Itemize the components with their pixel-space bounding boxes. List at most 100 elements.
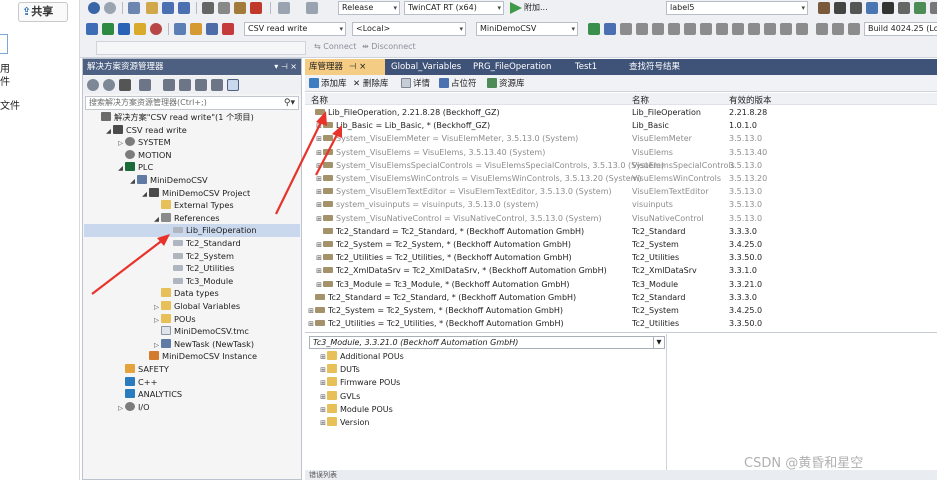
tree-item[interactable]: ▷ NewTask (NewTask) bbox=[152, 338, 254, 351]
undo-icon[interactable] bbox=[278, 2, 290, 14]
tool-icon[interactable] bbox=[818, 2, 830, 14]
login-icon[interactable] bbox=[588, 23, 600, 35]
table-row[interactable]: Tc2_Standard = Tc2_Standard, * (Beckhoff… bbox=[305, 291, 937, 304]
expand-toggle-icon[interactable]: ⊞ bbox=[307, 318, 315, 331]
collapse-arrow-icon[interactable]: ◢ bbox=[104, 125, 113, 138]
home-icon[interactable] bbox=[119, 79, 131, 91]
error-list-tab[interactable]: 错误列表 bbox=[309, 471, 337, 479]
step-icon[interactable] bbox=[652, 23, 664, 35]
fullscreen-icon[interactable] bbox=[832, 23, 844, 35]
library-select[interactable]: Tc3_Module, 3.3.21.0 (Beckhoff Automatio… bbox=[309, 336, 665, 349]
disabled-combo[interactable] bbox=[96, 41, 306, 55]
library-folder-item[interactable]: ⊞ GVLs bbox=[319, 390, 360, 403]
table-row[interactable]: ⊞ Tc2_Utilities = Tc2_Utilities, * (Beckh… bbox=[305, 317, 937, 330]
copy-icon[interactable] bbox=[218, 2, 230, 14]
table-row[interactable]: ⊞ System_VisuElems = VisuElems, 3.5.13.40… bbox=[305, 146, 937, 159]
activate-config-icon[interactable] bbox=[86, 23, 98, 35]
details-button[interactable]: 详情 bbox=[401, 77, 430, 89]
tree-item[interactable]: ▷ SYSTEM bbox=[116, 136, 171, 149]
table-row[interactable]: ⊞ System_VisuElemsWinControls = VisuElems… bbox=[305, 172, 937, 185]
table-row[interactable]: ⊞ System_VisuNativeControl = VisuNativeCo… bbox=[305, 212, 937, 225]
library-folder-item[interactable]: ⊞ Firmware POUs bbox=[319, 376, 400, 389]
forward-icon[interactable] bbox=[103, 79, 115, 91]
toggle-icon[interactable] bbox=[190, 23, 202, 35]
table-row[interactable]: ⊞ Tc2_System = Tc2_System, * (Beckhoff Au… bbox=[305, 304, 937, 317]
properties-icon[interactable] bbox=[211, 79, 223, 91]
tree-item[interactable]: C++ bbox=[116, 376, 157, 389]
module-icon[interactable] bbox=[898, 2, 910, 14]
refresh-icon[interactable] bbox=[816, 23, 828, 35]
monitor-icon[interactable] bbox=[748, 23, 760, 35]
table-row[interactable]: ⊞ Tc2_XmlDataSrv = Tc2_XmlDataSrv, * (Bec… bbox=[305, 264, 937, 277]
expand-toggle-icon[interactable]: ⊞ bbox=[315, 133, 323, 146]
wrench-icon[interactable] bbox=[227, 79, 239, 91]
tree-item[interactable]: MOTION bbox=[116, 149, 172, 162]
expand-toggle-icon[interactable]: ⊞ bbox=[319, 377, 327, 390]
expand-toggle-icon[interactable]: ⊞ bbox=[307, 305, 315, 318]
tree-item[interactable]: External Types bbox=[152, 199, 234, 212]
tree-item[interactable]: Tc3_Module bbox=[164, 275, 233, 288]
step-into-icon[interactable] bbox=[700, 23, 712, 35]
play-icon[interactable] bbox=[510, 2, 522, 14]
grid-icon[interactable] bbox=[882, 2, 894, 14]
flow-icon[interactable] bbox=[764, 23, 776, 35]
free-run-icon[interactable] bbox=[206, 23, 218, 35]
tree-item[interactable]: ◢ CSV read write bbox=[104, 124, 187, 137]
open-folder-icon[interactable] bbox=[146, 2, 158, 14]
panel-header-buttons[interactable]: ▾ ⊣ × bbox=[274, 59, 297, 75]
step-out-icon[interactable] bbox=[716, 23, 728, 35]
add-library-button[interactable]: 添加库 bbox=[309, 77, 347, 89]
scan-icon[interactable] bbox=[174, 23, 186, 35]
collapse-arrow-icon[interactable]: ◢ bbox=[140, 188, 149, 201]
tree-item[interactable]: ▷ Global Variables bbox=[152, 300, 240, 313]
library-folder-item[interactable]: ⊞ Version bbox=[319, 416, 369, 429]
expand-toggle-icon[interactable]: ⊞ bbox=[315, 213, 323, 226]
logout-icon[interactable] bbox=[604, 23, 616, 35]
expand-toggle-icon[interactable]: ⊞ bbox=[315, 173, 323, 186]
table-row[interactable]: ⊞ System_VisuElemTextEditor = VisuElemTex… bbox=[305, 185, 937, 198]
library-folder-item[interactable]: ⊞ DUTs bbox=[319, 363, 360, 376]
cursor-icon[interactable] bbox=[732, 23, 744, 35]
column-header-name[interactable]: 名称 bbox=[311, 94, 328, 106]
tree-item[interactable]: Tc2_Utilities bbox=[164, 262, 234, 275]
collapse-arrow-icon[interactable]: ◢ bbox=[152, 213, 161, 226]
collapse-arrow-icon[interactable]: ◢ bbox=[116, 162, 125, 175]
expand-toggle-icon[interactable]: ⊞ bbox=[319, 404, 327, 417]
collapse-icon[interactable] bbox=[179, 79, 191, 91]
tab-3[interactable]: Test1 bbox=[575, 59, 597, 75]
tree-item[interactable]: ◢ MiniDemoCSV Project bbox=[140, 187, 250, 200]
refresh-icon[interactable] bbox=[163, 79, 175, 91]
tree-item[interactable]: ◢ MiniDemoCSV bbox=[128, 174, 208, 187]
target-combo[interactable]: label5 ▾ bbox=[666, 1, 808, 15]
column-header-version[interactable]: 有效的版本 bbox=[729, 94, 772, 106]
expand-toggle-icon[interactable]: ⊞ bbox=[315, 186, 323, 199]
connect-button[interactable]: ⇆ Connect bbox=[314, 42, 356, 51]
redo-icon[interactable] bbox=[306, 2, 318, 14]
table-row[interactable]: ⊞ System_VisuElemsSpecialControls = VisuE… bbox=[305, 159, 937, 172]
tab-2[interactable]: PRG_FileOperation bbox=[473, 59, 551, 75]
tab-pin-close-icon[interactable]: ⊣ × bbox=[349, 62, 366, 72]
target-icon[interactable] bbox=[150, 23, 162, 35]
disconnect-button[interactable]: ⇹ Disconnect bbox=[362, 42, 416, 51]
run-mode-icon[interactable] bbox=[102, 23, 114, 35]
plc-combo[interactable]: MiniDemoCSV ▾ bbox=[476, 22, 578, 36]
tree-item[interactable]: ▷ POUs bbox=[152, 313, 196, 326]
expand-toggle-icon[interactable]: ⊞ bbox=[315, 199, 323, 212]
expand-toggle-icon[interactable]: ⊞ bbox=[315, 279, 323, 292]
chart-icon[interactable] bbox=[914, 2, 926, 14]
save-icon[interactable] bbox=[162, 2, 174, 14]
solution-search-input[interactable]: 搜索解决方案资源管理器(Ctrl+;) ⚲▾ bbox=[85, 96, 299, 110]
expand-toggle-icon[interactable]: ⊞ bbox=[319, 417, 327, 430]
show-files-icon[interactable] bbox=[195, 79, 207, 91]
tree-item[interactable]: Tc2_System bbox=[164, 250, 234, 263]
wrench-icon[interactable] bbox=[834, 2, 846, 14]
table-row[interactable]: ⊞ Lib_Basic = Lib_Basic, * (Beckhoff_GZ) L… bbox=[305, 119, 937, 132]
table-icon[interactable] bbox=[848, 23, 860, 35]
expand-toggle-icon[interactable]: ⊞ bbox=[315, 252, 323, 265]
configuration-combo[interactable]: Release ▾ bbox=[338, 1, 400, 15]
step-over-icon[interactable] bbox=[684, 23, 696, 35]
table-row[interactable]: ⊞ Tc2_Utilities = Tc2_Utilities, * (Beckh… bbox=[305, 251, 937, 264]
tree-item[interactable]: Data types bbox=[152, 287, 219, 300]
pane-divider[interactable] bbox=[666, 334, 667, 470]
column-header-namespace[interactable]: 名称 bbox=[632, 94, 649, 106]
